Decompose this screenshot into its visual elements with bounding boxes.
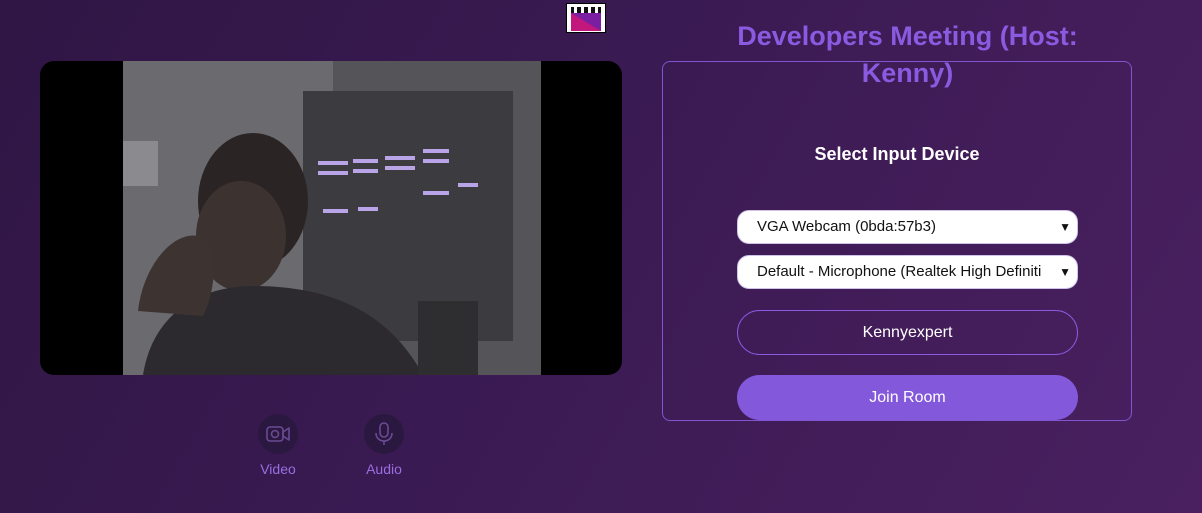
join-room-button[interactable]: Join Room xyxy=(737,375,1078,420)
camera-select[interactable]: VGA Webcam (0bda:57b3) ▼ xyxy=(737,210,1078,244)
display-name-input[interactable]: Kennyexpert xyxy=(737,310,1078,355)
audio-toggle-button[interactable] xyxy=(364,414,404,454)
microphone-icon xyxy=(375,422,393,445)
video-toggle-button[interactable] xyxy=(258,414,298,454)
microphone-select-value: Default - Microphone (Realtek High Defin… xyxy=(757,263,1042,280)
video-label: Video xyxy=(260,461,296,477)
chevron-down-icon: ▼ xyxy=(1059,220,1071,234)
app-logo xyxy=(566,3,606,33)
video-control[interactable]: Video xyxy=(248,414,308,477)
audio-control[interactable]: Audio xyxy=(354,414,414,477)
camera-feed xyxy=(123,61,541,375)
microphone-select[interactable]: Default - Microphone (Realtek High Defin… xyxy=(737,255,1078,289)
camera-feed-image xyxy=(123,61,541,375)
video-camera-icon xyxy=(266,426,290,442)
video-preview xyxy=(40,61,622,375)
audio-label: Audio xyxy=(366,461,402,477)
clapperboard-icon xyxy=(571,7,601,31)
chevron-down-icon: ▼ xyxy=(1059,265,1071,279)
camera-select-value: VGA Webcam (0bda:57b3) xyxy=(757,218,936,235)
select-device-heading: Select Input Device xyxy=(814,144,980,164)
